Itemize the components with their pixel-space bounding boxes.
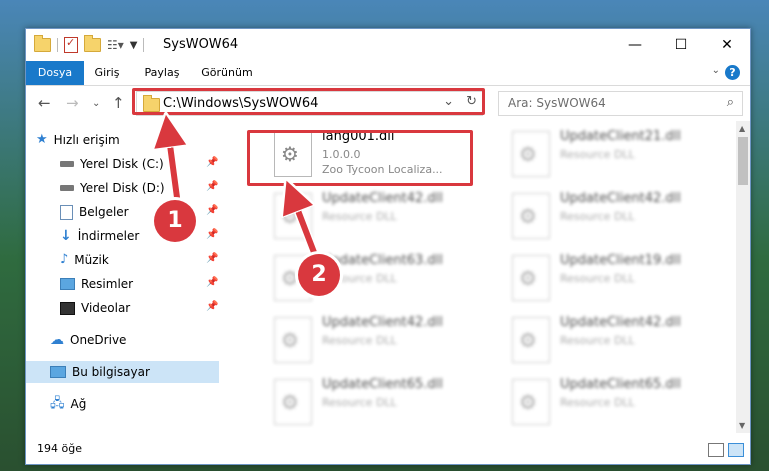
step-badge-2: 2 [298, 254, 340, 296]
step-badge-1: 1 [154, 200, 196, 242]
callout-arrows [0, 0, 320, 260]
